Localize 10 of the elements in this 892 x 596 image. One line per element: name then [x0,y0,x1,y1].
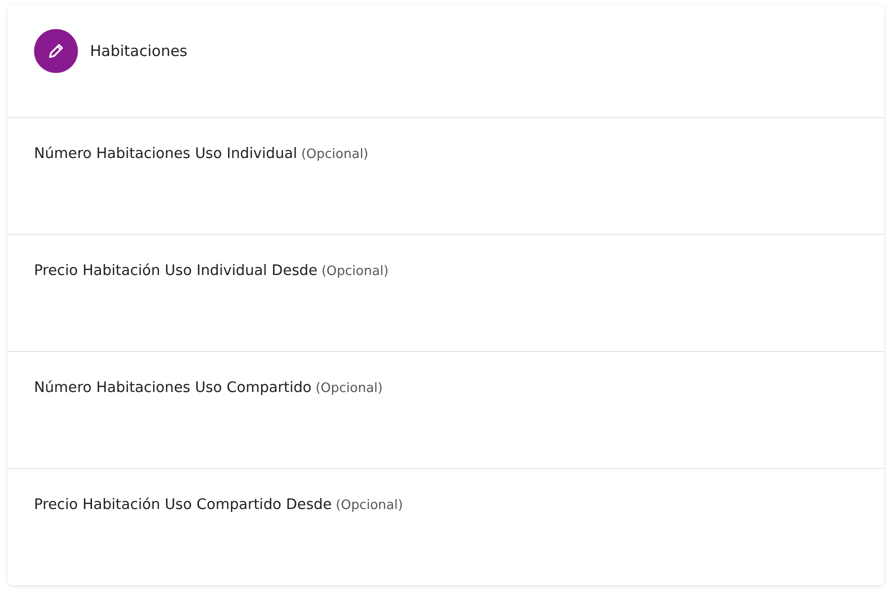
field-label: Precio Habitación Uso Compartido Desde [34,497,332,513]
field-label: Número Habitaciones Uso Individual [34,146,298,162]
pencil-icon [34,29,78,73]
optional-hint: (Opcional) [316,381,383,396]
field-label: Precio Habitación Uso Individual Desde [34,263,318,279]
optional-hint: (Opcional) [321,264,389,279]
optional-hint: (Opcional) [301,147,368,162]
field-label: Número Habitaciones Uso Compartido [34,380,312,396]
optional-hint: (Opcional) [336,498,403,513]
section-title: Habitaciones [90,42,188,60]
